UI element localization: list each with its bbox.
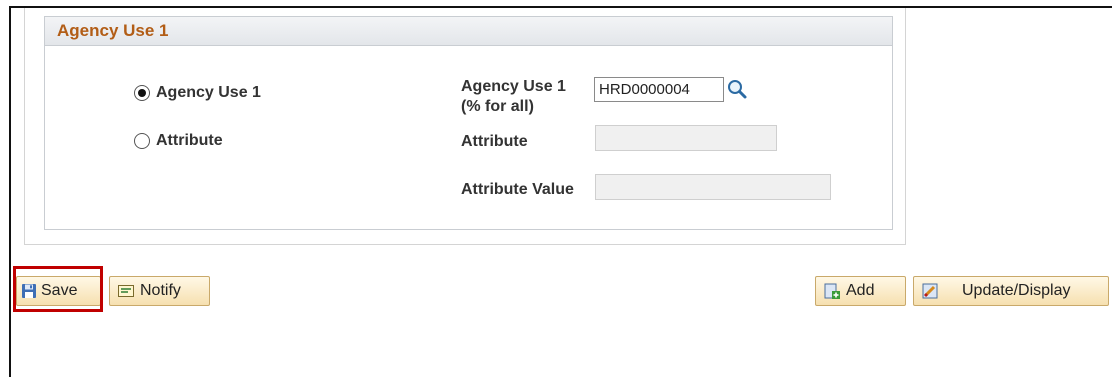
- notify-button[interactable]: Notify: [109, 276, 210, 306]
- add-page-icon: [824, 283, 840, 299]
- attribute-radio-button[interactable]: [134, 133, 150, 149]
- agency-use-radio-label: Agency Use 1: [156, 84, 261, 101]
- attribute-radio-option[interactable]: Attribute: [134, 132, 223, 150]
- agency-use-field-label: Agency Use 1 (% for all): [461, 77, 566, 117]
- add-button[interactable]: Add: [815, 276, 906, 306]
- notify-icon: [118, 285, 134, 297]
- group-box-title: Agency Use 1: [45, 17, 892, 46]
- search-icon[interactable]: [726, 78, 748, 100]
- save-button-label: Save: [41, 282, 78, 299]
- save-button[interactable]: Save: [16, 276, 101, 306]
- update-display-button[interactable]: Update/Display: [913, 276, 1109, 306]
- update-display-button-label: Update/Display: [962, 282, 1071, 299]
- notify-button-label: Notify: [140, 282, 181, 299]
- attribute-radio-label: Attribute: [156, 132, 223, 149]
- attribute-value-field-label: Attribute Value: [461, 181, 574, 198]
- window-left-border: [9, 6, 11, 377]
- agency-use-input[interactable]: [594, 77, 724, 102]
- attribute-input[interactable]: [595, 125, 777, 151]
- attribute-value-input[interactable]: [595, 174, 831, 200]
- pencil-edit-icon: [922, 283, 938, 299]
- floppy-disk-icon: [22, 284, 36, 298]
- agency-use-radio-button[interactable]: [134, 85, 150, 101]
- agency-use-label-line1: Agency Use 1: [461, 78, 566, 95]
- agency-use-radio-option[interactable]: Agency Use 1: [134, 84, 261, 102]
- add-button-label: Add: [846, 282, 875, 299]
- agency-use-label-line2: (% for all): [461, 98, 534, 115]
- attribute-field-label: Attribute: [461, 133, 528, 150]
